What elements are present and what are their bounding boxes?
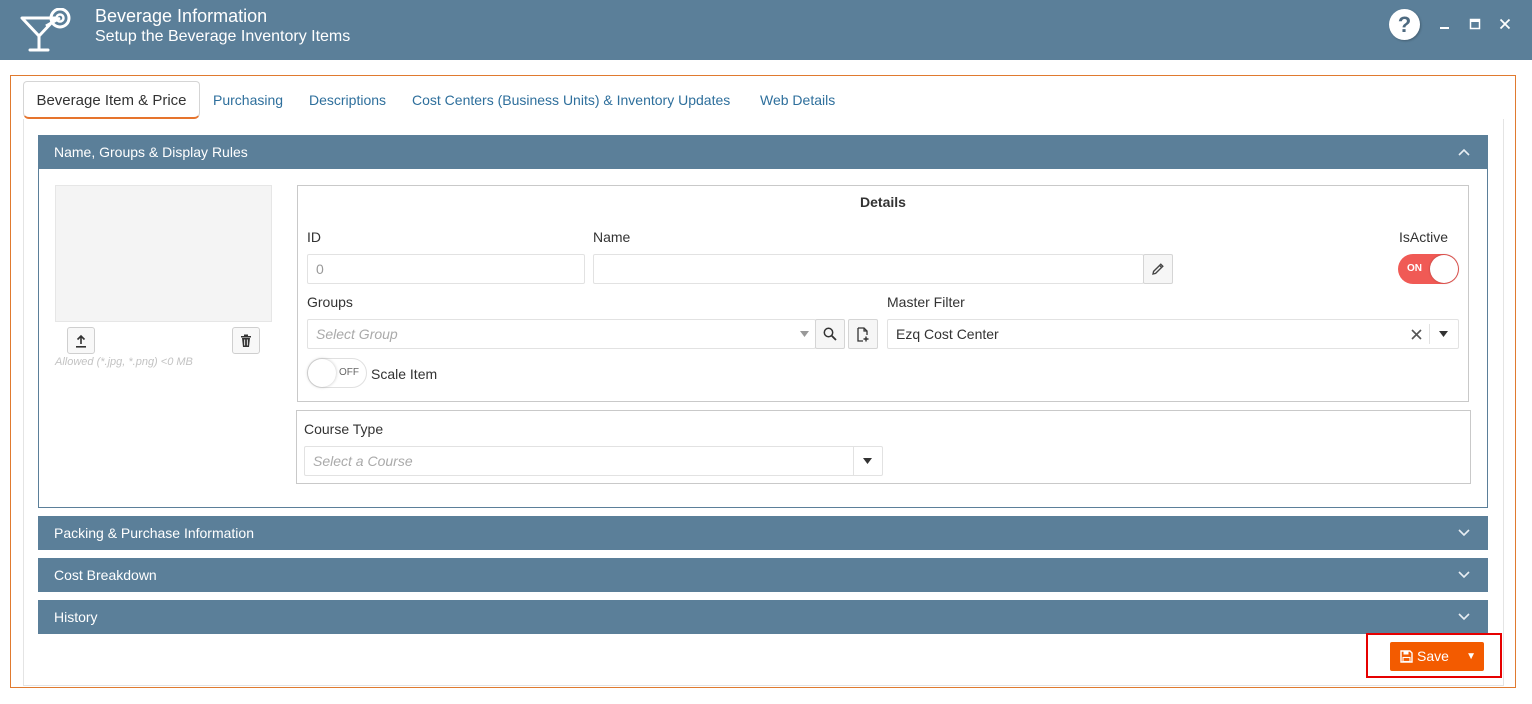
- tab-descriptions[interactable]: Descriptions: [309, 81, 386, 119]
- floppy-disk-icon: [1400, 650, 1413, 663]
- maximize-icon[interactable]: [1466, 14, 1484, 34]
- section-cost-breakdown-header[interactable]: Cost Breakdown: [38, 558, 1488, 592]
- groups-label: Groups: [307, 294, 353, 310]
- tab-cost-centers[interactable]: Cost Centers (Business Units) & Inventor…: [412, 81, 730, 119]
- chevron-down-icon[interactable]: [1458, 516, 1470, 563]
- master-filter-select[interactable]: Ezq Cost Center: [887, 319, 1459, 349]
- save-text: Save: [1417, 648, 1449, 664]
- save-button-label: Save: [1400, 642, 1449, 671]
- scale-item-label: Scale Item: [371, 366, 438, 382]
- image-upload-hint: Allowed (*.jpg, *.png) <0 MB: [55, 356, 193, 368]
- toggle-knob: [308, 359, 336, 387]
- isactive-toggle[interactable]: ON: [1398, 254, 1459, 284]
- edit-name-button[interactable]: [1143, 254, 1173, 284]
- save-dropdown-icon[interactable]: ▼: [1466, 642, 1476, 671]
- close-icon[interactable]: [1496, 14, 1514, 34]
- toggle-off-text: OFF: [339, 367, 359, 378]
- tab-web-details[interactable]: Web Details: [760, 81, 835, 119]
- isactive-label: IsActive: [1399, 229, 1449, 245]
- new-document-icon: [857, 326, 869, 342]
- master-filter-value: Ezq Cost Center: [896, 326, 999, 342]
- save-button[interactable]: Save ▼: [1390, 642, 1484, 671]
- page-title: Beverage Information: [95, 6, 268, 26]
- section-packing-header[interactable]: Packing & Purchase Information: [38, 516, 1488, 550]
- app-header: Beverage Information Setup the Beverage …: [0, 0, 1532, 60]
- groups-placeholder: Select Group: [316, 326, 398, 342]
- caret-down-icon: [800, 331, 809, 337]
- caret-down-icon[interactable]: [863, 458, 872, 464]
- upload-icon: [76, 335, 86, 348]
- scale-item-toggle[interactable]: OFF: [307, 358, 367, 388]
- pencil-icon: [1152, 263, 1164, 275]
- item-image-placeholder: [55, 185, 272, 322]
- minimize-icon[interactable]: [1436, 14, 1454, 34]
- groups-select[interactable]: Select Group: [307, 319, 816, 349]
- search-groups-button[interactable]: [815, 319, 845, 349]
- upload-image-button[interactable]: [67, 327, 95, 354]
- search-icon: [823, 327, 837, 341]
- page-subtitle: Setup the Beverage Inventory Items: [95, 28, 351, 45]
- toggle-knob: [1430, 255, 1458, 283]
- toggle-on-text: ON: [1407, 263, 1422, 274]
- select-divider: [853, 447, 854, 475]
- select-divider: [1429, 324, 1430, 344]
- cocktail-glass-icon: [20, 8, 71, 52]
- delete-image-button[interactable]: [232, 327, 260, 354]
- name-label: Name: [593, 229, 631, 245]
- chevron-down-icon[interactable]: [1458, 558, 1470, 605]
- help-button[interactable]: ?: [1389, 9, 1420, 40]
- course-type-select[interactable]: Select a Course: [304, 446, 883, 476]
- section-title: History: [54, 609, 98, 625]
- tab-purchasing[interactable]: Purchasing: [213, 81, 283, 119]
- details-box: [297, 185, 1469, 402]
- master-filter-label: Master Filter: [887, 294, 965, 310]
- caret-down-icon[interactable]: [1439, 331, 1448, 337]
- section-title: Name, Groups & Display Rules: [54, 144, 248, 160]
- id-label: ID: [307, 229, 321, 245]
- new-group-button[interactable]: [848, 319, 878, 349]
- trash-icon: [241, 334, 251, 348]
- section-title: Cost Breakdown: [54, 567, 157, 583]
- name-field[interactable]: [593, 254, 1144, 284]
- details-title: Details: [860, 194, 906, 210]
- tab-beverage-item-price[interactable]: Beverage Item & Price: [23, 81, 200, 119]
- course-type-placeholder: Select a Course: [313, 453, 413, 469]
- id-field[interactable]: 0: [307, 254, 585, 284]
- section-name-groups-header[interactable]: Name, Groups & Display Rules: [38, 135, 1488, 169]
- course-type-label: Course Type: [304, 421, 384, 437]
- section-title: Packing & Purchase Information: [54, 525, 254, 541]
- section-history-header[interactable]: History: [38, 600, 1488, 634]
- clear-icon[interactable]: [1411, 329, 1422, 340]
